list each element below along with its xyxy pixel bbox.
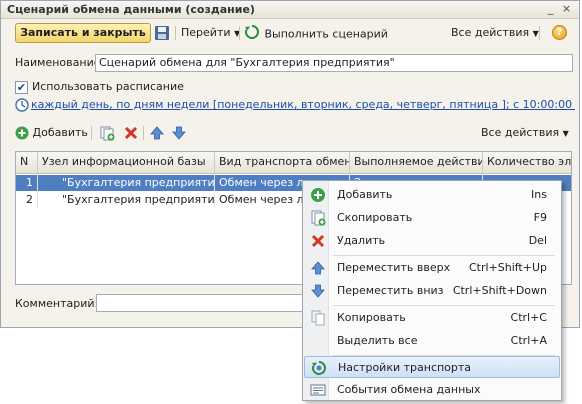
name-row: Наименование: Сценарий обмена для "Бухга… bbox=[15, 54, 575, 72]
menu-item-label: Копировать bbox=[337, 311, 406, 324]
arrow-up-icon bbox=[310, 260, 326, 276]
title-bar: Сценарий обмена данными (создание) _ × bbox=[1, 1, 579, 19]
menu-item-copy-row[interactable]: Скопировать F9 bbox=[304, 207, 560, 229]
menu-item-shortcut: Ctrl+A bbox=[510, 334, 547, 347]
menu-separator bbox=[333, 305, 555, 306]
schedule-link[interactable]: каждый день, по дням недели [понедельник… bbox=[15, 97, 575, 113]
menu-item-label: Скопировать bbox=[337, 211, 413, 224]
menu-item-label: Удалить bbox=[337, 234, 386, 247]
menu-item-label: События обмена данных bbox=[337, 383, 481, 396]
exchange-events-icon bbox=[310, 382, 326, 398]
column-header-node[interactable]: Узел информационной базы bbox=[38, 152, 215, 174]
menu-item-shortcut: Ins bbox=[531, 188, 547, 201]
minimize-button[interactable]: _ bbox=[544, 3, 557, 16]
menu-item-label: Добавить bbox=[337, 188, 393, 201]
add-icon bbox=[310, 187, 326, 203]
table-all-actions-label: Все действия bbox=[481, 126, 560, 139]
chevron-down-icon: ▼ bbox=[562, 129, 569, 138]
menu-item-delete[interactable]: Удалить Del bbox=[304, 230, 560, 252]
help-icon[interactable]: ? bbox=[552, 25, 567, 40]
window-title: Сценарий обмена данными (создание) bbox=[7, 3, 255, 16]
name-input[interactable]: Сценарий обмена для "Бухгалтерия предпри… bbox=[95, 54, 573, 72]
delete-icon[interactable] bbox=[123, 125, 139, 141]
toolbar-separator bbox=[539, 26, 540, 40]
toolbar-separator bbox=[91, 126, 92, 140]
column-header-n[interactable]: N bbox=[16, 152, 38, 174]
comment-label: Комментарий: bbox=[15, 297, 99, 310]
save-and-close-button[interactable]: Записать и закрыть bbox=[15, 23, 151, 43]
schedule-icon bbox=[15, 98, 29, 113]
context-menu: Добавить Ins Скопировать F9 Удалить Del … bbox=[302, 180, 562, 401]
arrow-down-icon bbox=[310, 283, 326, 299]
name-label: Наименование: bbox=[15, 56, 105, 69]
toolbar-separator bbox=[239, 26, 240, 40]
run-scenario-label: Выполнить сценарий bbox=[264, 27, 388, 41]
copy-row-icon bbox=[310, 210, 326, 226]
menu-item-shortcut: Ctrl+Shift+Down bbox=[452, 284, 547, 297]
arrow-up-icon[interactable] bbox=[149, 125, 165, 141]
clipboard-icon bbox=[310, 310, 326, 326]
menu-item-add[interactable]: Добавить Ins bbox=[304, 184, 560, 206]
delete-icon bbox=[310, 233, 326, 249]
use-schedule-checkbox[interactable]: ✔ bbox=[15, 81, 28, 94]
add-label: Добавить bbox=[32, 126, 88, 139]
run-icon bbox=[244, 25, 261, 44]
table-toolbar: Добавить Все действия ▼ bbox=[15, 123, 571, 143]
command-bar: Записать и закрыть Перейти ▼ Выполнить с… bbox=[7, 21, 573, 45]
column-header-count[interactable]: Количество эле bbox=[483, 152, 571, 174]
all-actions-menu[interactable]: Все действия ▼ bbox=[451, 25, 539, 41]
copy-row-icon[interactable] bbox=[99, 125, 115, 141]
menu-item-select-all[interactable]: Выделить все Ctrl+A bbox=[304, 330, 560, 352]
menu-item-label: Настройки транспорта bbox=[338, 361, 472, 374]
transport-settings-icon bbox=[311, 360, 327, 376]
toolbar-separator bbox=[175, 26, 176, 40]
menu-item-shortcut: Del bbox=[528, 234, 547, 247]
table-header: N Узел информационной базы Вид транспорт… bbox=[16, 152, 571, 174]
use-schedule-label: Использовать расписание bbox=[32, 80, 184, 93]
menu-item-exchange-events[interactable]: События обмена данных bbox=[304, 379, 560, 401]
menu-item-shortcut: F9 bbox=[533, 211, 547, 224]
menu-item-transport-settings[interactable]: Настройки транспорта bbox=[304, 356, 560, 378]
column-header-transport[interactable]: Вид транспорта обмена bbox=[215, 152, 350, 174]
save-icon[interactable] bbox=[154, 25, 170, 41]
add-row-button[interactable]: Добавить bbox=[15, 125, 88, 141]
run-scenario-button[interactable]: Выполнить сценарий bbox=[244, 25, 388, 44]
all-actions-label: Все действия bbox=[451, 26, 530, 39]
menu-separator bbox=[333, 255, 555, 256]
table-all-actions-menu[interactable]: Все действия ▼ bbox=[481, 125, 569, 141]
schedule-text: каждый день, по дням недели [понедельник… bbox=[31, 98, 575, 111]
menu-item-label: Переместить вниз bbox=[337, 284, 444, 297]
node-cell: "Бухгалтерия предприятия" bbox=[38, 192, 215, 208]
menu-item-move-up[interactable]: Переместить вверх Ctrl+Shift+Up bbox=[304, 257, 560, 279]
menu-item-shortcut: Ctrl+Shift+Up bbox=[468, 261, 547, 274]
menu-item-copy[interactable]: Копировать Ctrl+C bbox=[304, 307, 560, 329]
use-schedule-row: ✔ Использовать расписание bbox=[15, 79, 315, 97]
add-icon bbox=[15, 126, 29, 140]
toolbar-separator bbox=[143, 126, 144, 140]
row-number: 2 bbox=[16, 192, 38, 208]
menu-item-shortcut: Ctrl+C bbox=[510, 311, 547, 324]
arrow-down-icon[interactable] bbox=[171, 125, 187, 141]
chevron-down-icon: ▼ bbox=[532, 29, 539, 38]
comment-input[interactable] bbox=[96, 294, 311, 312]
close-button[interactable]: × bbox=[560, 3, 573, 16]
menu-item-label: Переместить вверх bbox=[337, 261, 451, 274]
column-header-action[interactable]: Выполняемое действие bbox=[350, 152, 483, 174]
goto-label: Перейти bbox=[181, 26, 231, 39]
menu-item-label: Выделить все bbox=[337, 334, 418, 347]
goto-menu[interactable]: Перейти ▼ bbox=[181, 25, 240, 41]
node-cell: "Бухгалтерия предприятия" bbox=[38, 175, 215, 191]
row-number: 1 bbox=[16, 175, 38, 191]
menu-item-move-down[interactable]: Переместить вниз Ctrl+Shift+Down bbox=[304, 280, 560, 302]
